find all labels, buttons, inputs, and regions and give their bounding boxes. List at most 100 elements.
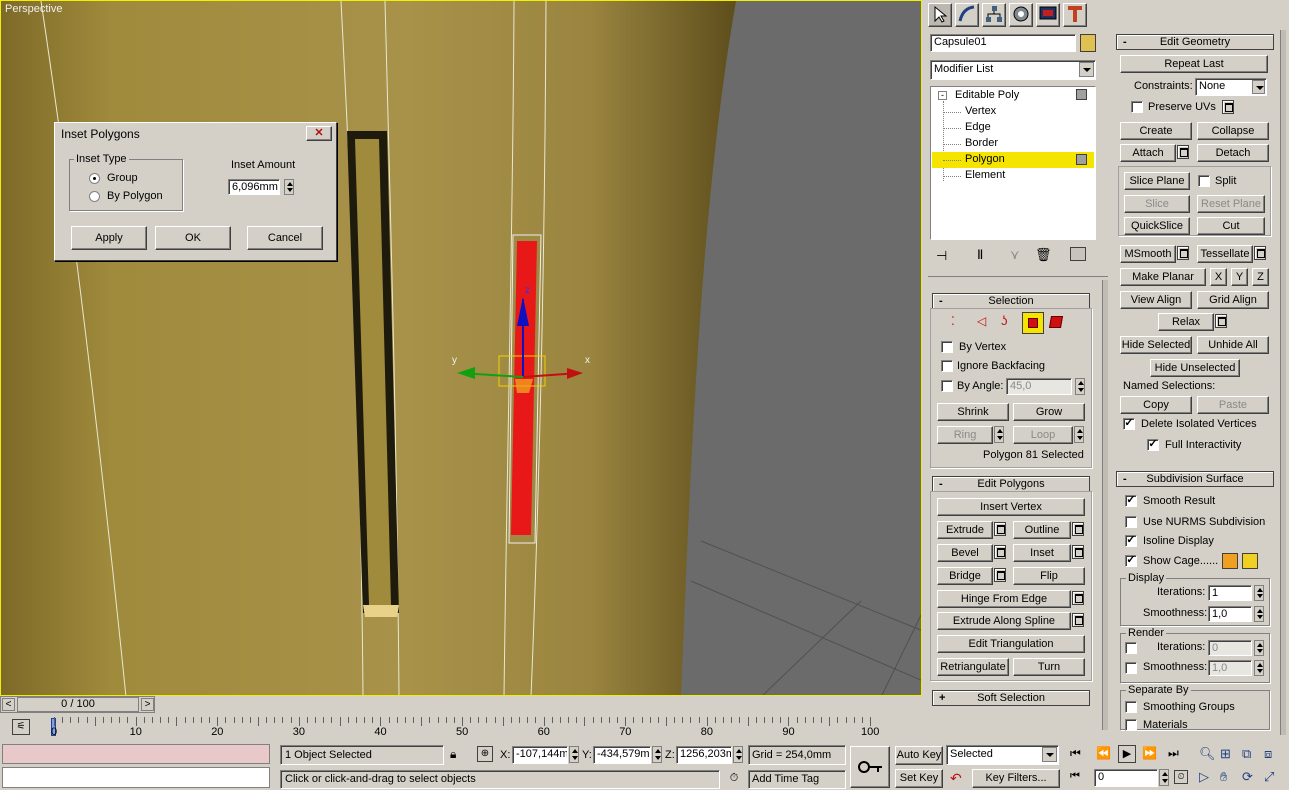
stack-polygon-toggle-icon[interactable] [1076,154,1087,165]
zoom-extents-all-icon[interactable]: ⧈ [1264,746,1272,762]
smoothness-spinner[interactable] [1254,606,1264,622]
object-color-swatch[interactable] [1080,34,1096,52]
msmooth-settings-icon[interactable] [1177,246,1189,260]
selection-rollout-header[interactable]: - Selection [932,293,1090,309]
extrude-along-spline-button[interactable]: Extrude Along Spline [937,612,1071,630]
utilities-tab-icon[interactable] [1063,3,1087,27]
show-end-result-icon[interactable]: Ⅱ [977,247,983,263]
curve-editor-icon[interactable]: ⚟ [12,719,30,735]
flip-button[interactable]: Flip [1013,567,1085,585]
attach-settings-icon[interactable] [1177,145,1189,159]
copy-button[interactable]: Copy [1120,396,1192,414]
key-mode-toggle-icon[interactable]: ⏮ [1070,770,1080,783]
add-time-tag-field[interactable]: Add Time Tag [748,770,846,789]
bevel-button[interactable]: Bevel [937,544,993,562]
vertex-mode-icon[interactable]: ⁚ [951,314,955,328]
polygon-mode-icon[interactable] [1022,312,1044,334]
iterations-field[interactable]: 1 [1208,585,1252,601]
goto-end-icon[interactable]: ⏭ [1168,746,1179,761]
default-in-out-tangent-icon[interactable]: ↶ [950,770,962,787]
time-slider-next[interactable]: > [141,698,154,711]
zoom-extents-icon[interactable]: ⧉ [1242,746,1251,762]
edit-polygons-rollout-header[interactable]: - Edit Polygons [932,476,1090,492]
inset-button[interactable]: Inset [1013,544,1071,562]
isoline-display-checkbox[interactable]: ✓ [1125,535,1137,547]
remove-modifier-icon[interactable]: 🗑 [1035,247,1052,263]
stack-item-vertex[interactable]: Vertex [931,104,1095,120]
hinge-from-edge-button[interactable]: Hinge From Edge [937,590,1071,608]
subdivision-rollout-header[interactable]: - Subdivision Surface [1116,471,1274,487]
turn-button[interactable]: Turn [1013,658,1085,676]
planar-z-button[interactable]: Z [1252,268,1269,286]
slice-plane-button[interactable]: Slice Plane [1124,172,1190,190]
zoom-icon[interactable]: 🔍︎ [1199,746,1216,762]
set-key-big-button[interactable] [850,746,890,788]
view-align-button[interactable]: View Align [1120,291,1192,309]
maxscript-listener-white[interactable] [2,767,270,788]
current-frame-spinner[interactable] [1159,769,1169,786]
shrink-button[interactable]: Shrink [937,403,1009,421]
cage-color-swatch-1[interactable] [1222,553,1238,569]
set-key-button[interactable]: Set Key [895,769,943,788]
make-unique-icon[interactable]: ⋎ [1010,247,1020,263]
viewport[interactable]: Perspective x y z Inset Polygons ✕ Inset… [0,0,922,696]
extrude-settings-icon[interactable] [994,522,1006,536]
field-of-view-icon[interactable]: ▷ [1199,769,1209,785]
cut-button[interactable]: Cut [1197,217,1265,235]
pin-stack-icon[interactable]: ⊣ [936,248,947,264]
stack-item-element[interactable]: Element [931,168,1095,184]
ok-button[interactable]: OK [155,226,231,250]
constraints-dropdown[interactable]: None [1195,78,1267,96]
time-slider[interactable]: < 0 / 100 > [0,696,155,713]
auto-key-button[interactable]: Auto Key [895,746,943,765]
arc-rotate-icon[interactable]: ⟳ [1242,769,1253,785]
stack-collapse-icon[interactable]: - [938,91,947,100]
by-vertex-checkbox[interactable] [941,341,953,353]
tessellate-button[interactable]: Tessellate [1197,245,1253,263]
edit-triangulation-button[interactable]: Edit Triangulation [937,635,1085,653]
right-scrollbar[interactable] [1280,30,1286,735]
extrude-spline-settings-icon[interactable] [1072,613,1084,627]
relax-button[interactable]: Relax [1158,313,1214,331]
y-coord-field[interactable]: -434,579mi [593,746,651,764]
display-tab-icon[interactable] [1036,3,1060,27]
stack-item-polygon[interactable]: Polygon [932,152,1094,168]
edit-geometry-rollout-header[interactable]: - Edit Geometry [1116,34,1274,50]
preserve-uvs-checkbox[interactable] [1131,101,1143,113]
make-planar-button[interactable]: Make Planar [1120,268,1206,286]
y-coord-spinner[interactable] [652,746,662,763]
configure-sets-icon[interactable] [1070,247,1086,261]
retriangulate-button[interactable]: Retriangulate [937,658,1009,676]
collapse-button[interactable]: Collapse [1197,122,1269,140]
motion-tab-icon[interactable] [1009,3,1033,27]
time-configuration-icon[interactable]: ⏲ [1174,770,1188,784]
x-coord-field[interactable]: -107,144mi [512,746,568,764]
materials-checkbox[interactable] [1125,719,1137,731]
bridge-settings-icon[interactable] [994,568,1006,582]
render-smoothness-field[interactable]: 1,0 [1208,660,1252,676]
modify-tab-icon[interactable] [955,3,979,27]
border-mode-icon[interactable]: ʖ [1001,313,1008,328]
split-checkbox[interactable] [1198,175,1210,187]
slice-button[interactable]: Slice [1124,195,1190,213]
next-frame-icon[interactable]: ⏩ [1142,746,1157,760]
soft-selection-rollout-header[interactable]: + Soft Selection [932,690,1090,706]
use-nurms-checkbox[interactable] [1125,516,1137,528]
dialog-titlebar[interactable]: Inset Polygons ✕ [56,124,335,142]
ring-spinner[interactable] [994,426,1004,443]
bevel-settings-icon[interactable] [994,545,1006,559]
previous-frame-icon[interactable]: ⏪ [1096,746,1111,760]
smoothness-field[interactable]: 1,0 [1208,606,1252,622]
stack-root-toggle-icon[interactable] [1076,89,1087,100]
key-filters-button[interactable]: Key Filters... [972,769,1060,788]
hinge-settings-icon[interactable] [1072,591,1084,605]
inset-amount-field[interactable]: 6,096mm [228,179,280,195]
detach-button[interactable]: Detach [1197,144,1269,162]
preserve-uvs-settings-icon[interactable] [1222,100,1234,114]
render-smoothness-spinner[interactable] [1254,660,1264,676]
inset-settings-icon[interactable] [1072,545,1084,559]
maximize-viewport-icon[interactable]: ⤢ [1264,769,1274,785]
loop-button[interactable]: Loop [1013,426,1073,444]
render-smoothness-checkbox[interactable] [1125,662,1137,674]
track-bar[interactable]: 0 10 20 30 40 50 60 70 80 90 100 [48,714,922,740]
